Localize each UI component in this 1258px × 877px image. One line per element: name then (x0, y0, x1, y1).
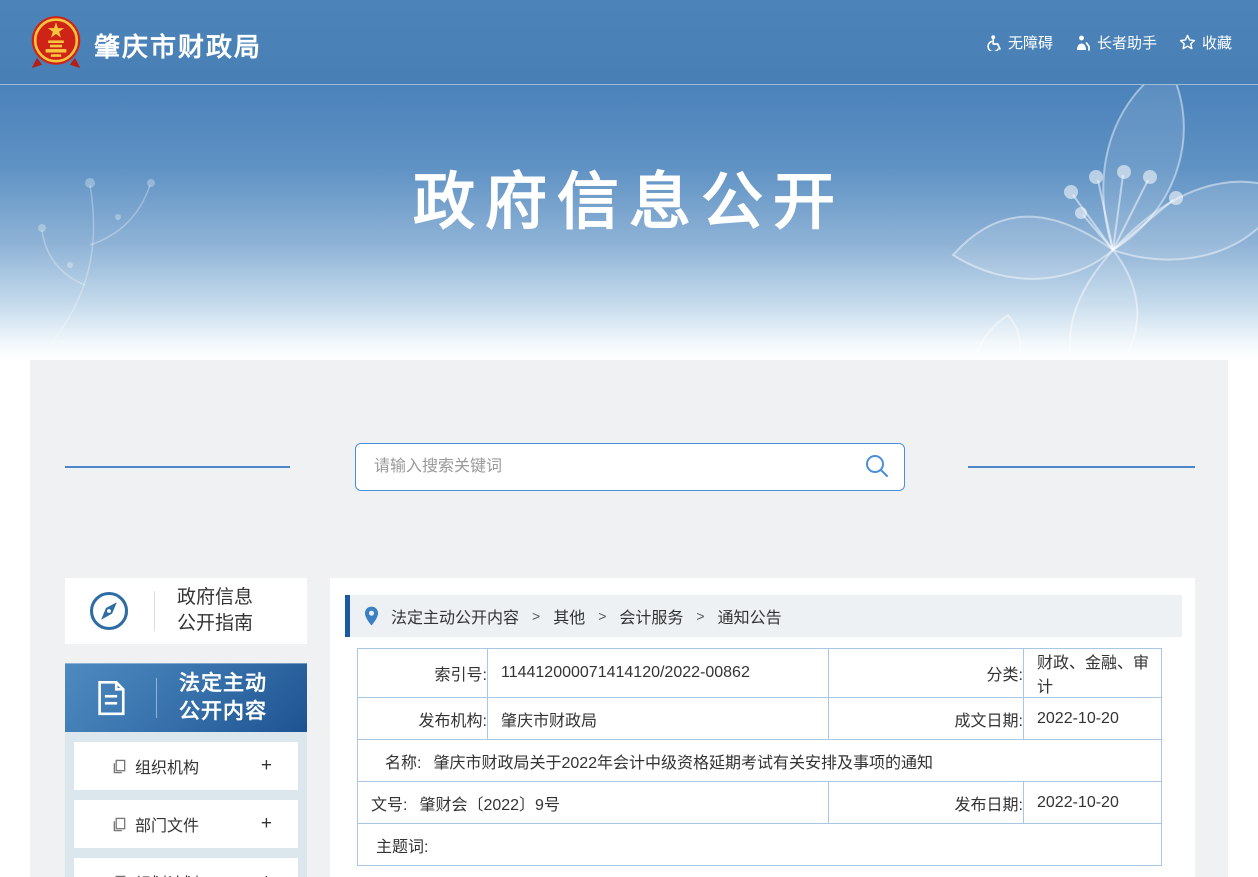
top-header-bar: 肇庆市财政局 无障碍 长者助手 (0, 0, 1258, 85)
location-pin-icon (364, 606, 379, 626)
favorite-label: 收藏 (1202, 32, 1232, 53)
breadcrumb-item-accounting[interactable]: 会计服务 (619, 604, 683, 628)
document-icon (90, 677, 132, 719)
category-label: 分类: (829, 649, 1024, 698)
table-row: 文号: 肇财会〔2022〕9号 发布日期: 2022-10-20 (358, 782, 1162, 824)
banner: 政府信息公开 (0, 85, 1258, 360)
date-pub-label: 发布日期: (829, 782, 1024, 824)
sidebar-item-statutory-disclosure[interactable]: 法定主动 公开内容 (65, 663, 307, 733)
national-emblem-icon[interactable] (30, 14, 82, 72)
menu-item-label: 规划计划 (135, 870, 261, 877)
name-label: 名称: (385, 755, 421, 772)
table-row: 主题词: (358, 824, 1162, 866)
table-row: 名称: 肇庆市财政局关于2022年会计中级资格延期考试有关安排及事项的通知 (358, 740, 1162, 782)
doc-no-cell: 文号: 肇财会〔2022〕9号 (358, 782, 829, 824)
breadcrumb-separator: > (598, 608, 606, 624)
document-info-table: 索引号: 114412000071414120/2022-00862 分类: 财… (357, 648, 1162, 866)
breadcrumb-item-statutory[interactable]: 法定主动公开内容 (391, 604, 519, 628)
search-icon (864, 453, 890, 479)
divider (154, 591, 155, 631)
compass-icon (88, 590, 130, 632)
publisher-value: 肇庆市财政局 (488, 698, 829, 740)
star-icon (1179, 34, 1196, 51)
table-row: 索引号: 114412000071414120/2022-00862 分类: 财… (358, 649, 1162, 698)
decorative-line-right (968, 466, 1195, 468)
divider (156, 678, 157, 718)
search-box (355, 443, 905, 491)
breadcrumb: 法定主动公开内容 > 其他 > 会计服务 > 通知公告 (345, 595, 1182, 637)
sidebar-submenu: 组织机构 + 部门文件 + 规划计划 + (65, 732, 307, 877)
index-value: 114412000071414120/2022-00862 (488, 649, 829, 698)
breadcrumb-separator: > (532, 608, 540, 624)
date-pub-value: 2022-10-20 (1024, 782, 1162, 824)
doc-no-label: 文号: (371, 797, 407, 814)
sidebar-item-guide[interactable]: 政府信息 公开指南 (65, 578, 307, 644)
doc-no-value: 肇财会〔2022〕9号 (419, 797, 560, 814)
sidebar-item-organization[interactable]: 组织机构 + (74, 742, 298, 790)
accessibility-link[interactable]: 无障碍 (986, 32, 1053, 53)
sidebar-item-department-documents[interactable]: 部门文件 + (74, 800, 298, 848)
date-written-label: 成文日期: (829, 698, 1024, 740)
wheelchair-icon (986, 35, 1002, 51)
breadcrumb-item-other[interactable]: 其他 (553, 604, 585, 628)
elder-mode-link[interactable]: 长者助手 (1075, 32, 1157, 53)
category-value: 财政、金融、审计 (1024, 649, 1162, 698)
page-title: 政府信息公开 (0, 85, 1258, 241)
elder-mode-label: 长者助手 (1097, 32, 1157, 53)
favorite-link[interactable]: 收藏 (1179, 32, 1232, 53)
publisher-label: 发布机构: (358, 698, 488, 740)
sidebar-item-partially-visible[interactable]: 规划计划 + (74, 858, 298, 877)
site-title: 肇庆市财政局 (94, 27, 262, 64)
header-utils: 无障碍 长者助手 收藏 (986, 0, 1232, 85)
date-written-value: 2022-10-20 (1024, 698, 1162, 740)
pages-icon (112, 817, 127, 832)
pages-icon (112, 759, 127, 774)
expand-plus-icon[interactable]: + (261, 755, 272, 777)
name-row: 名称: 肇庆市财政局关于2022年会计中级资格延期考试有关安排及事项的通知 (358, 740, 1162, 782)
expand-plus-icon[interactable]: + (261, 813, 272, 835)
menu-item-label: 部门文件 (135, 812, 261, 836)
decorative-line-left (65, 466, 290, 468)
index-label: 索引号: (358, 649, 488, 698)
elder-person-icon (1075, 35, 1091, 51)
page: 肇庆市财政局 无障碍 长者助手 (0, 0, 1258, 877)
name-value: 肇庆市财政局关于2022年会计中级资格延期考试有关安排及事项的通知 (433, 755, 933, 772)
search-input[interactable] (355, 443, 905, 491)
sidebar-active-label: 法定主动 公开内容 (179, 670, 267, 726)
content-card: 法定主动公开内容 > 其他 > 会计服务 > 通知公告 索引号: 1144120… (330, 578, 1195, 877)
breadcrumb-separator: > (696, 608, 704, 624)
search-button[interactable] (863, 453, 891, 481)
table-row: 发布机构: 肇庆市财政局 成文日期: 2022-10-20 (358, 698, 1162, 740)
sidebar-guide-label: 政府信息 公开指南 (177, 585, 253, 637)
main-panel: 政府信息 公开指南 法定主动 公开内容 组 (30, 360, 1228, 877)
keywords-label: 主题词: (376, 839, 428, 856)
accessibility-label: 无障碍 (1008, 32, 1053, 53)
breadcrumb-item-notice[interactable]: 通知公告 (718, 604, 782, 628)
keywords-cell: 主题词: (358, 824, 1162, 866)
expand-plus-icon[interactable]: + (261, 871, 272, 877)
menu-item-label: 组织机构 (135, 754, 261, 778)
